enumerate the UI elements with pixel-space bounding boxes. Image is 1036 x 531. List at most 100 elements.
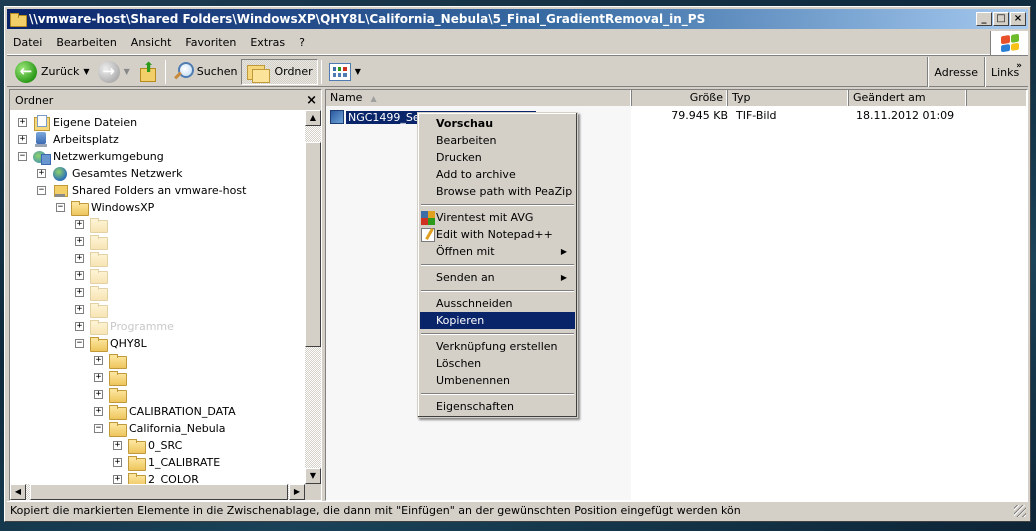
tree-item[interactable]: − California_Nebula	[94, 420, 225, 437]
expand-icon[interactable]: +	[75, 271, 84, 280]
expand-icon[interactable]: +	[18, 118, 27, 127]
tree-item[interactable]: +2_COLOR	[113, 471, 199, 484]
column-size[interactable]: Größe	[632, 90, 728, 106]
expand-icon[interactable]: +	[37, 169, 46, 178]
minimize-button[interactable]: _	[976, 12, 992, 26]
tree-item-label: 1_CALIBRATE	[148, 456, 221, 469]
context-menu-item[interactable]: Senden an ▶	[420, 269, 575, 286]
expand-icon[interactable]: +	[94, 390, 103, 399]
forward-dropdown-icon[interactable]: ▼	[124, 67, 130, 76]
context-menu-item[interactable]: Eigenschaften	[420, 398, 575, 415]
expand-icon[interactable]: +	[113, 475, 122, 484]
expand-icon[interactable]: +	[113, 458, 122, 467]
tree-item[interactable]: − QHY8L	[75, 335, 147, 352]
expand-icon[interactable]: +	[94, 373, 103, 382]
tree-item[interactable]: +	[75, 284, 110, 301]
tree-item[interactable]: +	[75, 250, 110, 267]
close-button[interactable]: ×	[1010, 12, 1026, 26]
forward-button[interactable]: → ▼	[94, 59, 134, 85]
expand-icon[interactable]: +	[113, 441, 122, 450]
address-bar-label[interactable]: Adresse	[927, 57, 984, 87]
maximize-button[interactable]: □	[993, 12, 1009, 26]
horizontal-scrollbar[interactable]: ◀ ▶	[10, 484, 305, 500]
tree-item[interactable]: + Eigene Dateien	[18, 114, 137, 131]
menu-favoriten[interactable]: Favoriten	[178, 36, 243, 49]
menu-ansicht[interactable]: Ansicht	[124, 36, 179, 49]
context-menu-item[interactable]: Drucken	[420, 149, 575, 166]
title-bar[interactable]: \\vmware-host\Shared Folders\WindowsXP\Q…	[7, 9, 1028, 29]
expand-icon[interactable]: +	[75, 322, 84, 331]
expand-icon[interactable]: +	[75, 237, 84, 246]
tree-item[interactable]: − Shared Folders an vmware-host	[37, 182, 246, 199]
tree-item[interactable]: + Gesamtes Netzwerk	[37, 165, 183, 182]
expand-icon[interactable]: +	[75, 254, 84, 263]
collapse-icon[interactable]: −	[56, 203, 65, 212]
views-button[interactable]: ▼	[325, 59, 365, 85]
back-label: Zurück	[41, 65, 80, 78]
context-menu-item[interactable]: Browse path with PeaZip	[420, 183, 575, 200]
back-dropdown-icon[interactable]: ▼	[83, 67, 89, 76]
tree-item[interactable]: +0_SRC	[113, 437, 182, 454]
expand-icon[interactable]: +	[75, 288, 84, 297]
scroll-right-button[interactable]: ▶	[289, 484, 305, 500]
tree-item[interactable]: +	[94, 369, 129, 386]
column-name[interactable]: Name ▲	[326, 90, 632, 106]
expand-icon[interactable]: +	[18, 135, 27, 144]
folders-button[interactable]: Ordner	[241, 58, 318, 85]
expand-icon[interactable]: +	[75, 220, 84, 229]
menu-help[interactable]: ?	[292, 36, 312, 49]
context-menu-item[interactable]: Öffnen mit ▶	[420, 243, 575, 260]
folder-icon	[90, 269, 108, 284]
context-menu-item[interactable]: Edit with Notepad++	[420, 226, 575, 243]
column-modified[interactable]: Geändert am	[849, 90, 967, 106]
context-menu-item[interactable]: Bearbeiten	[420, 132, 575, 149]
tree-item[interactable]: + Programme	[75, 318, 174, 335]
expand-icon[interactable]: +	[94, 356, 103, 365]
back-button[interactable]: ← Zurück ▼	[11, 59, 94, 85]
tree-item[interactable]: +1_CALIBRATE	[113, 454, 220, 471]
menu-datei[interactable]: Datei	[7, 36, 49, 49]
tree-item[interactable]: − Netzwerkumgebung	[18, 148, 164, 165]
tree-item[interactable]: +	[75, 216, 110, 233]
expand-icon[interactable]: +	[75, 305, 84, 314]
context-menu-item[interactable]: Kopieren	[420, 312, 575, 329]
scroll-up-button[interactable]: ▲	[305, 110, 321, 126]
folder-icon	[128, 473, 146, 484]
expand-icon[interactable]: +	[94, 407, 103, 416]
context-menu-item[interactable]: Löschen	[420, 355, 575, 372]
up-button[interactable]	[134, 59, 162, 85]
collapse-icon[interactable]: −	[75, 339, 84, 348]
menu-bearbeiten[interactable]: Bearbeiten	[49, 36, 123, 49]
context-menu-item[interactable]: Umbenennen	[420, 372, 575, 389]
context-menu-item[interactable]: Vorschau	[420, 115, 575, 132]
views-dropdown-icon[interactable]: ▼	[355, 67, 361, 76]
column-type[interactable]: Typ	[728, 90, 849, 106]
tree-item[interactable]: + Arbeitsplatz	[18, 131, 119, 148]
context-menu-item[interactable]: Ausschneiden	[420, 295, 575, 312]
context-menu-item[interactable]: Verknüpfung erstellen	[420, 338, 575, 355]
tree-item[interactable]: +	[75, 233, 110, 250]
tree-item[interactable]: + CALIBRATION_DATA	[94, 403, 236, 420]
tree-item[interactable]: +	[75, 301, 110, 318]
tree-item[interactable]: +	[94, 386, 129, 403]
collapse-icon[interactable]: −	[37, 186, 46, 195]
scroll-thumb-horizontal[interactable]	[30, 484, 288, 500]
chevron-icon[interactable]: »	[1016, 61, 1022, 71]
close-icon[interactable]: ×	[306, 93, 317, 108]
collapse-icon[interactable]: −	[18, 152, 27, 161]
menu-extras[interactable]: Extras	[243, 36, 292, 49]
context-menu-item[interactable]: Virentest mit AVG	[420, 209, 575, 226]
vertical-scrollbar[interactable]: ▲ ▼	[305, 110, 321, 484]
search-button[interactable]: Suchen	[169, 59, 242, 85]
context-menu-item-label: Eigenschaften	[436, 400, 514, 413]
resize-grip[interactable]	[1014, 505, 1026, 517]
tree-item[interactable]: − WindowsXP	[56, 199, 154, 216]
links-bar[interactable]: Links »	[984, 57, 1028, 87]
collapse-icon[interactable]: −	[94, 424, 103, 433]
context-menu-item[interactable]: Add to archive	[420, 166, 575, 183]
scroll-left-button[interactable]: ◀	[10, 484, 26, 500]
tree-item[interactable]: +	[94, 352, 129, 369]
scroll-down-button[interactable]: ▼	[305, 468, 321, 484]
tree-item[interactable]: +	[75, 267, 110, 284]
scroll-thumb[interactable]	[305, 142, 321, 347]
